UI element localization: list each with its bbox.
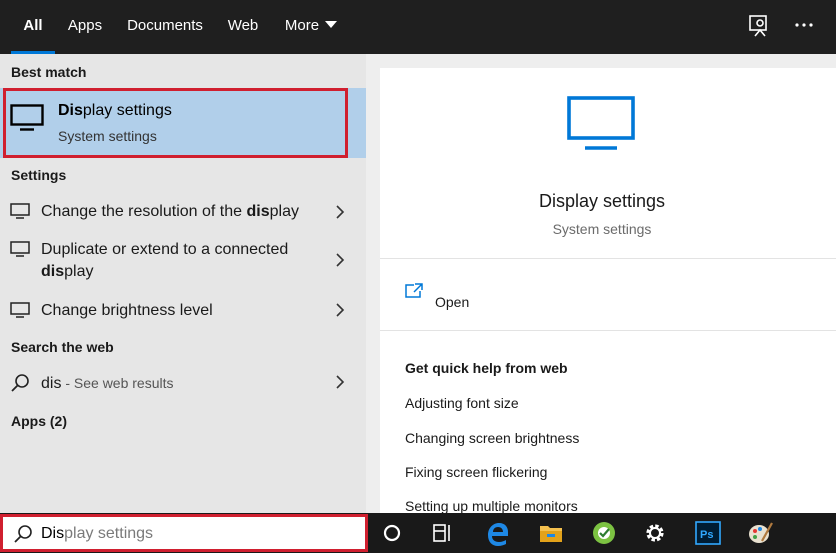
search-input[interactable]: Display settings [41,525,153,543]
tab-web[interactable]: Web [225,0,261,54]
search-typed-text: Dis [41,525,65,542]
search-web-heading: Search the web [11,339,114,355]
help-link-flickering[interactable]: Fixing screen flickering [405,464,547,480]
file-explorer-icon[interactable] [537,519,565,547]
divider [380,330,836,331]
settings-result-label: Duplicate or extend to a connected displ… [41,239,321,283]
settings-result-label: Change the resolution of the display [41,201,299,223]
settings-heading: Settings [11,167,67,183]
preview-title: Display settings [538,191,666,211]
chevron-right-icon [336,253,345,267]
tab-more-label: More [284,17,320,34]
search-results-panel: Best match Display settings System setti… [0,54,366,513]
label-part: Change brightness level [41,302,213,319]
monitor-small-icon [10,302,30,323]
label-match: dis [246,203,270,220]
taskbar-search-box[interactable]: Display settings [0,514,368,552]
apps-heading[interactable]: Apps (2) [11,413,67,429]
quick-help-heading: Get quick help from web [405,360,568,376]
green-app-icon[interactable] [590,519,618,547]
preview-panel: Display settings System settings Open Ge… [366,54,836,514]
feedback-icon[interactable] [746,12,776,40]
label-match: dis [41,263,65,280]
search-completion-text: play settings [64,525,154,542]
web-result-query: dis [41,375,62,392]
best-match-heading: Best match [11,64,87,80]
taskbar: Display settings Ps [0,513,836,553]
photoshop-icon[interactable]: Ps [694,519,722,547]
web-result-suffix: - See web results [61,375,174,391]
label-part: play [64,263,94,280]
label-part: Duplicate or extend to a connected [41,241,289,258]
caret-down-icon [325,21,338,28]
chevron-right-icon [336,303,345,317]
monitor-small-icon [10,203,30,224]
tab-more[interactable]: More [283,0,339,54]
chevron-right-icon [336,375,345,389]
display-settings-large-icon [567,96,635,157]
settings-result-brightness[interactable]: Change brightness level [0,294,366,328]
help-link-font-size[interactable]: Adjusting font size [405,395,519,411]
settings-result-resolution[interactable]: Change the resolution of the display [0,194,366,230]
divider [380,258,836,259]
search-icon [13,524,33,549]
open-external-icon [404,282,424,305]
task-view-icon[interactable] [429,519,457,547]
photoshop-label: Ps [700,529,713,541]
settings-result-label: Change brightness level [41,300,213,322]
open-label: Open [435,294,470,310]
settings-result-duplicate[interactable]: Duplicate or extend to a connected displ… [0,236,366,286]
chevron-right-icon [336,205,345,219]
preview-card: Display settings System settings Open Ge… [380,68,836,514]
tab-apps[interactable]: Apps [66,0,104,54]
open-action[interactable]: Open [380,274,836,314]
cortana-icon[interactable] [378,519,406,547]
help-link-brightness[interactable]: Changing screen brightness [405,430,579,446]
label-part: play [269,203,299,220]
monitor-small-icon [10,241,30,262]
annotation-highlight-box [3,88,348,158]
tab-documents[interactable]: Documents [127,0,203,54]
web-result-label: dis - See web results [41,372,174,395]
help-link-monitors[interactable]: Setting up multiple monitors [405,498,578,514]
web-search-result[interactable]: dis - See web results [0,366,366,400]
label-part: Change the resolution of the [41,203,247,220]
tab-all[interactable]: All [11,0,55,54]
paint-icon[interactable] [746,519,774,547]
search-icon [10,373,30,398]
preview-subtitle: System settings [552,221,652,237]
edge-icon[interactable] [484,519,512,547]
more-options-icon[interactable] [790,12,820,40]
settings-gear-icon[interactable] [641,519,669,547]
search-scope-tabs: All Apps Documents Web More [0,0,836,54]
